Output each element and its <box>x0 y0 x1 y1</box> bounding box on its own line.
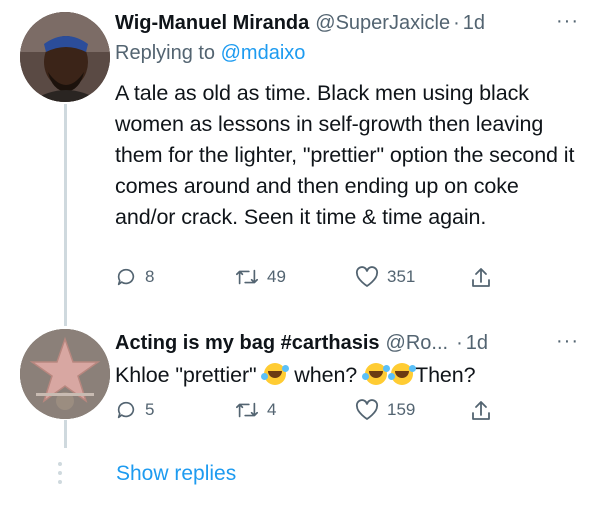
thread-connector-line <box>64 420 67 448</box>
avatar[interactable] <box>20 12 110 102</box>
replying-to: Replying to @mdaixo <box>115 40 583 66</box>
rolling-laughing-emoji-icon <box>261 363 287 385</box>
more-icon[interactable]: ··· <box>556 331 579 351</box>
share-button[interactable] <box>470 399 492 423</box>
tweet-header: Acting is my bag #carthasis @Ro... · 1d <box>115 330 583 356</box>
tweet-actions: 5 4 159 <box>115 399 535 423</box>
tweet-text-segment: Then? <box>415 363 476 387</box>
tweet-text: Khloe "prettier" when? Then? <box>115 360 583 391</box>
separator-dot: · <box>456 332 463 354</box>
avatar-walk-of-fame-star <box>20 329 110 419</box>
rolling-laughing-emoji-icon <box>388 363 414 385</box>
reply-count: 8 <box>145 267 155 286</box>
mention-link[interactable]: @mdaixo <box>221 42 306 64</box>
rolling-laughing-emoji-icon <box>362 363 388 385</box>
user-handle[interactable]: @Ro... <box>386 330 449 356</box>
timestamp[interactable]: 1d <box>463 10 485 36</box>
share-button[interactable] <box>470 266 492 290</box>
retweet-count: 4 <box>267 400 277 419</box>
timestamp[interactable]: 1d <box>466 330 488 356</box>
avatar[interactable] <box>20 329 110 419</box>
tweet-header: Wig-Manuel Miranda @SuperJaxicle · 1d <box>115 10 583 36</box>
user-handle[interactable]: @SuperJaxicle <box>315 10 450 36</box>
tweet-text: A tale as old as time. Black men using b… <box>115 81 575 229</box>
tweet-text-segment: when? <box>294 363 358 387</box>
separator-dot: · <box>453 12 460 34</box>
heart-icon <box>355 266 379 287</box>
share-icon <box>472 268 490 287</box>
retweet-icon <box>236 402 258 418</box>
like-button[interactable]: 351 <box>355 266 415 288</box>
tweet-actions: 8 49 351 <box>115 266 535 290</box>
avatar-photo <box>20 12 110 102</box>
retweet-button[interactable]: 4 <box>235 399 276 421</box>
like-count: 351 <box>387 267 416 286</box>
retweet-count: 49 <box>267 267 286 286</box>
like-button[interactable]: 159 <box>355 399 415 421</box>
thread-connector-line <box>64 104 67 326</box>
like-count: 159 <box>387 400 416 419</box>
retweet-button[interactable]: 49 <box>235 266 286 288</box>
reply-icon <box>117 268 135 286</box>
share-icon <box>472 401 490 420</box>
tweet[interactable]: Acting is my bag #carthasis @Ro... · 1d … <box>115 330 583 391</box>
display-name[interactable]: Acting is my bag #carthasis <box>115 330 380 356</box>
display-name[interactable]: Wig-Manuel Miranda <box>115 10 309 36</box>
retweet-icon <box>236 269 258 285</box>
show-replies-link[interactable]: Show replies <box>116 462 236 486</box>
reply-button[interactable]: 8 <box>115 266 154 288</box>
replying-to-label: Replying to <box>115 42 216 64</box>
reply-count: 5 <box>145 400 155 419</box>
thread-dots-icon <box>58 462 64 484</box>
tweet-text-segment: Khloe "prettier" <box>115 363 257 387</box>
heart-icon <box>355 399 379 420</box>
reply-icon <box>117 401 135 419</box>
reply-button[interactable]: 5 <box>115 399 154 421</box>
more-icon[interactable]: ··· <box>556 11 579 31</box>
tweet[interactable]: Wig-Manuel Miranda @SuperJaxicle · 1d ··… <box>115 10 583 233</box>
